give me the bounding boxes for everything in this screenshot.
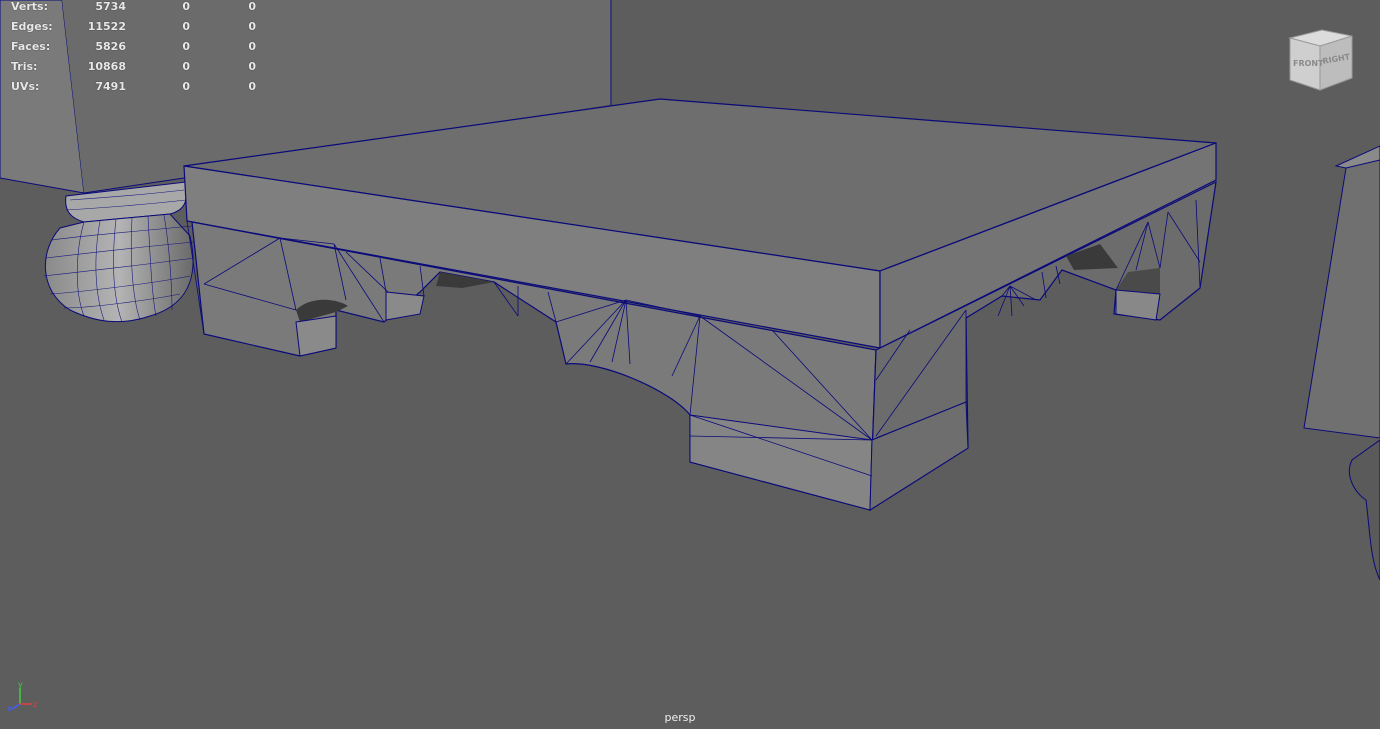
x-axis-label: z	[33, 700, 37, 709]
hud-value: 10868	[87, 60, 126, 73]
hud-label: Faces:	[11, 40, 51, 53]
hud-value: 0	[182, 20, 190, 33]
hud-value: 0	[248, 80, 256, 93]
y-axis-label: y	[18, 680, 23, 689]
view-cube-front-label: FRONT	[1293, 59, 1324, 68]
hud-value: 0	[182, 40, 190, 53]
hud-label: UVs:	[11, 80, 40, 93]
hud-label: Tris:	[11, 60, 38, 73]
platform-mesh[interactable]	[183, 98, 1217, 512]
hud-value: 0	[248, 20, 256, 33]
hud-value: 7491	[95, 80, 126, 93]
hud-label: Verts:	[11, 0, 49, 13]
hud-value: 11522	[87, 20, 126, 33]
z-axis-label: x	[7, 704, 12, 712]
view-cube[interactable]: FRONT RIGHT	[1286, 26, 1356, 92]
hud-value: 0	[182, 0, 190, 13]
right-cabinet-mesh[interactable]	[1303, 145, 1380, 581]
hud-value: 0	[248, 40, 256, 53]
hud-value: 5734	[95, 0, 126, 13]
camera-name-label: persp	[664, 711, 696, 724]
hud-value: 0	[182, 80, 190, 93]
axis-gizmo: y z x	[7, 680, 37, 712]
hud-value: 0	[182, 60, 190, 73]
3d-viewport[interactable]: Verts: 5734 0 0 Edges: 11522 0 0 Faces: …	[0, 0, 1380, 729]
hud-value: 0	[248, 60, 256, 73]
hud-value: 0	[248, 0, 256, 13]
z-axis-line	[11, 703, 21, 710]
hud-value: 5826	[95, 40, 126, 53]
scene-geometry[interactable]	[0, 0, 1380, 729]
left-cabinet-leg[interactable]	[43, 181, 195, 323]
hud-label: Edges:	[11, 20, 53, 33]
